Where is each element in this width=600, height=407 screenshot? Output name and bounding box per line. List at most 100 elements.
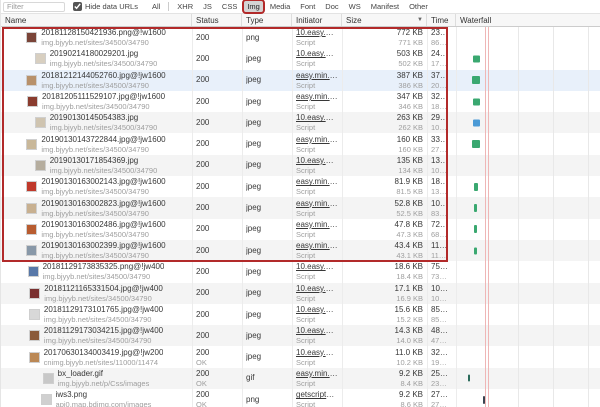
waterfall-bar[interactable] (473, 55, 480, 62)
request-domain: api0.map.bdimg.com/images (56, 400, 152, 407)
table-row[interactable]: 20190130145054383.jpg img.bjyyb.net/site… (1, 112, 600, 133)
status-code: 200 (196, 118, 238, 128)
column-header-time[interactable]: Time (427, 14, 456, 26)
size-content: 8.6 KB (346, 400, 423, 407)
filter-tab-media[interactable]: Media (267, 1, 293, 12)
table-row[interactable]: 20190130163002399.jpg@!jw1600 img.bjyyb.… (1, 240, 600, 261)
initiator-kind: Script (296, 315, 338, 324)
initiator-link[interactable]: easy.min.js?v… (296, 177, 338, 187)
initiator-link[interactable]: easy.min.js?v… (296, 369, 338, 379)
table-row[interactable]: 20181212144052760.jpg@!jw1600 img.bjyyb.… (1, 70, 600, 91)
table-row[interactable]: 20181205111529107.jpg@!jw1600 img.bjyyb.… (1, 91, 600, 112)
type-value: png (246, 395, 288, 405)
type-value: jpeg (246, 224, 288, 234)
size-total: 52.8 KB (346, 199, 423, 209)
status-code: 200 (196, 75, 238, 85)
initiator-link[interactable]: easy.min.js?v… (296, 220, 338, 230)
filter-tab-img[interactable]: Img (244, 1, 263, 12)
size-content: 81.5 KB (346, 187, 423, 196)
filter-tab-js[interactable]: JS (200, 1, 215, 12)
hide-data-urls-label[interactable]: Hide data URLs (85, 2, 138, 11)
table-row[interactable]: 20181121165331504.jpg@!jw400 img.bjyyb.n… (1, 283, 600, 304)
column-header-status[interactable]: Status (192, 14, 242, 26)
table-row[interactable]: 20190130163002823.jpg@!jw1600 img.bjyyb.… (1, 197, 600, 218)
type-value: jpeg (246, 54, 288, 64)
table-row[interactable]: 20170630134003419.jpg@!jw200 cnimg.bjyyb… (1, 346, 600, 367)
table-row[interactable]: 20190130163002486.jpg@!jw1600 img.bjyyb.… (1, 219, 600, 240)
image-thumbnail-icon (35, 160, 46, 171)
initiator-link[interactable]: 10.easy.min.j… (296, 113, 338, 123)
waterfall-bar[interactable] (474, 225, 477, 233)
table-row[interactable]: 20181128150421936.png@!w1600 img.bjyyb.n… (1, 27, 600, 48)
request-domain: img.bjyyb.net/sites/34500/34790 (50, 166, 158, 175)
size-total: 9.2 KB (346, 369, 423, 379)
waterfall-bar[interactable] (474, 183, 478, 191)
initiator-link[interactable]: getscript?v=… (296, 390, 338, 400)
initiator-link[interactable]: easy.min.js?v… (296, 241, 338, 251)
column-header-type[interactable]: Type (242, 14, 292, 26)
size-content: 43.1 KB (346, 251, 423, 260)
column-header-waterfall[interactable]: Waterfall (456, 14, 600, 26)
filter-tab-font[interactable]: Font (297, 1, 318, 12)
size-total: 503 KB (346, 49, 423, 59)
request-name: 20181128150421936.png@!w1600 (41, 28, 166, 38)
initiator-link[interactable]: 10.easy.min.j… (296, 305, 338, 315)
request-domain: img.bjyyb.net/sites/34500/34790 (41, 251, 165, 260)
column-header-size[interactable]: Size ▼ (342, 14, 427, 26)
size-content: 14.0 KB (346, 336, 423, 345)
initiator-link[interactable]: 10.easy.min.j… (296, 326, 338, 336)
initiator-link[interactable]: 10.easy.min.j… (296, 49, 338, 59)
filter-tab-all[interactable]: All (149, 1, 163, 12)
waterfall-bar[interactable] (483, 396, 485, 404)
waterfall-bar[interactable] (472, 76, 480, 84)
table-row[interactable]: 20190130171854369.jpg img.bjyyb.net/site… (1, 155, 600, 176)
time-total: 10… (431, 199, 452, 209)
waterfall-bar[interactable] (473, 119, 480, 126)
table-row[interactable]: 20181129173034215.jpg@!jw400 img.bjyyb.n… (1, 325, 600, 346)
time-total: 23… (431, 28, 452, 38)
waterfall-bar[interactable] (473, 98, 480, 105)
initiator-link[interactable]: 10.easy.min.j… (296, 156, 338, 166)
filter-input[interactable] (3, 2, 65, 12)
time-latency: 13… (431, 187, 452, 196)
request-domain: img.bjyyb.net/sites/34500/34790 (42, 102, 165, 111)
initiator-link[interactable]: 10.easy.min.j… (296, 262, 338, 272)
table-row[interactable]: iws3.png api0.map.bdimg.com/images 200 O… (1, 389, 600, 407)
size-total: 11.0 KB (346, 348, 423, 358)
initiator-link[interactable]: easy.min.js?v… (296, 199, 338, 209)
waterfall-bar[interactable] (468, 375, 470, 382)
waterfall-cell (456, 112, 600, 133)
initiator-kind: Script (296, 81, 338, 90)
filter-tab-doc[interactable]: Doc (322, 1, 341, 12)
filter-tab-xhr[interactable]: XHR (174, 1, 196, 12)
initiator-link[interactable]: easy.min.js?v… (296, 135, 338, 145)
table-row[interactable]: 20190214180029201.jpg img.bjyyb.net/site… (1, 48, 600, 69)
time-latency: 86… (431, 38, 452, 47)
initiator-link[interactable]: 10.easy.min.j… (296, 284, 338, 294)
table-row[interactable]: 20181129173101765.jpg@!jw400 img.bjyyb.n… (1, 304, 600, 325)
request-domain: img.bjyyb.net/p/Css/images (58, 379, 150, 388)
waterfall-bar[interactable] (472, 140, 480, 148)
filter-tab-ws[interactable]: WS (346, 1, 364, 12)
initiator-link[interactable]: 10.easy.min.j… (296, 348, 338, 358)
filter-tab-manifest[interactable]: Manifest (368, 1, 402, 12)
filter-tab-css[interactable]: CSS (219, 1, 240, 12)
initiator-link[interactable]: 10.easy.min.j… (296, 28, 338, 38)
table-row[interactable]: 20181129173835325.png@!jw400 img.bjyyb.n… (1, 261, 600, 282)
initiator-link[interactable]: easy.min.js?v… (296, 71, 338, 81)
column-header-initiator[interactable]: Initiator (292, 14, 342, 26)
filter-tab-other[interactable]: Other (406, 1, 431, 12)
table-row[interactable]: 20190130163002143.jpg@!jw1600 img.bjyyb.… (1, 176, 600, 197)
size-total: 160 KB (346, 135, 423, 145)
waterfall-bar[interactable] (474, 204, 477, 212)
waterfall-cell (456, 176, 600, 197)
time-total: 75… (431, 262, 452, 272)
request-name: 20190214180029201.jpg (50, 49, 158, 59)
hide-data-urls-checkbox[interactable] (73, 2, 82, 11)
initiator-link[interactable]: easy.min.js?v… (296, 92, 338, 102)
table-row[interactable]: 20190130143722844.jpg@!jw1600 img.bjyyb.… (1, 133, 600, 154)
request-domain: img.bjyyb.net/sites/34500/34790 (41, 145, 165, 154)
column-header-name[interactable]: Name (1, 14, 192, 26)
waterfall-bar[interactable] (474, 247, 477, 254)
table-row[interactable]: bx_loader.gif img.bjyyb.net/p/Css/images… (1, 368, 600, 389)
